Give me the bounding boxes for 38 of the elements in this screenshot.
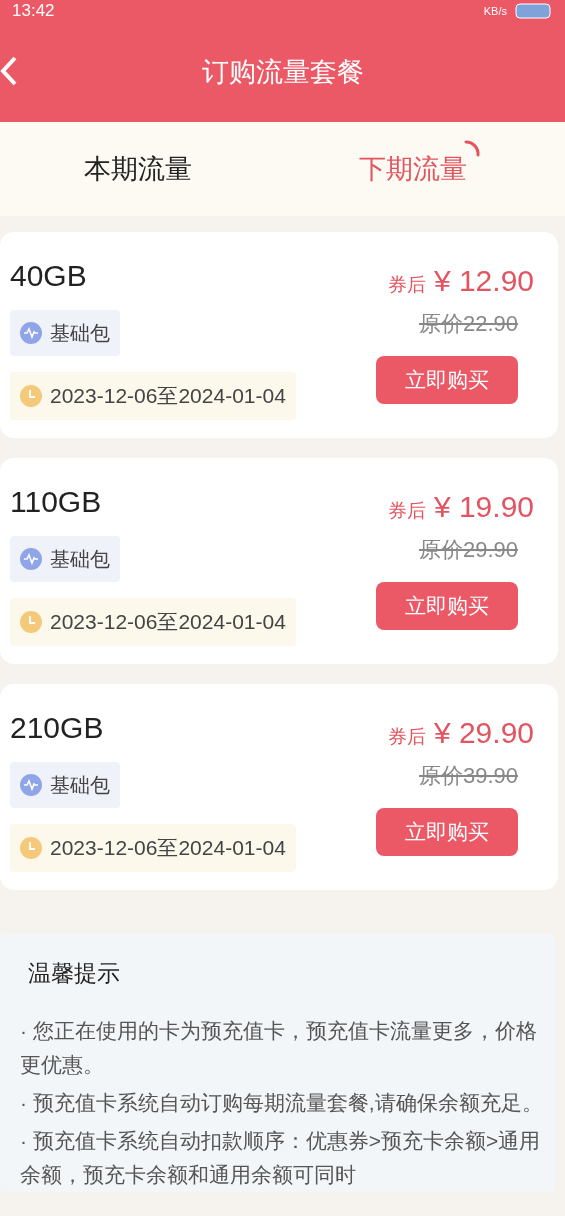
coupon-label: 券后 — [387, 273, 426, 297]
tips-title: 温馨提示 — [28, 960, 121, 988]
waveform-icon — [20, 774, 42, 796]
coupon-label: 券后 — [387, 725, 426, 749]
original-price: 原价22.90 — [418, 310, 518, 338]
page-title: 订购流量套餐 — [201, 55, 364, 89]
tag-label: 基础包 — [50, 547, 110, 572]
clock-icon — [20, 384, 42, 407]
waveform-icon — [20, 322, 42, 344]
sale-price: ¥ 19.90 — [433, 489, 534, 525]
tip-text: · 预充值卡系统自动订购每期流量套餐,请确保余额充足。 — [20, 1089, 543, 1116]
package-size: 210GB — [10, 710, 104, 746]
clock-icon — [20, 610, 42, 633]
package-size: 110GB — [10, 484, 102, 520]
tab[interactable]: 下期流量 — [359, 148, 468, 190]
tip-text: · 预充值卡系统自动扣款顺序：优惠券>预充卡余额>通用余额，预充卡余额和通用余额可同时 — [20, 1127, 542, 1188]
date-range: 2023-12-06至2024-01-04 — [50, 609, 286, 635]
tag-label: 基础包 — [50, 321, 110, 346]
status-time: 13:42 — [12, 0, 55, 22]
buy-button[interactable]: 立即购买 — [376, 356, 518, 404]
original-price: 原价29.90 — [418, 536, 518, 564]
network-speed: KB/s — [483, 4, 507, 19]
clock-icon — [20, 836, 42, 859]
battery-icon — [515, 3, 553, 19]
tip-text: · 您正在使用的卡为预充值卡，预充值卡流量更多，价格更优惠。 — [20, 1017, 538, 1078]
date-range: 2023-12-06至2024-01-04 — [50, 835, 286, 861]
coupon-label: 券后 — [387, 499, 426, 523]
date-range: 2023-12-06至2024-01-04 — [50, 383, 286, 409]
original-price: 原价39.90 — [418, 762, 518, 790]
sale-price: ¥ 29.90 — [433, 715, 534, 751]
buy-button[interactable]: 立即购买 — [376, 808, 518, 856]
waveform-icon — [20, 548, 42, 570]
buy-button[interactable]: 立即购买 — [376, 582, 518, 630]
back-icon[interactable] — [0, 56, 18, 86]
package-size: 40GB — [10, 258, 87, 294]
tab[interactable]: 本期流量 — [83, 148, 192, 190]
tag-label: 基础包 — [50, 773, 110, 798]
sale-price: ¥ 12.90 — [433, 263, 534, 299]
